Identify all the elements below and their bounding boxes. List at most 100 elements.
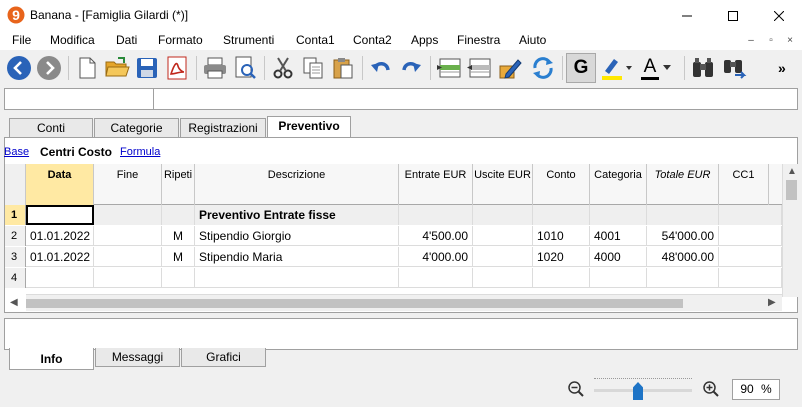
redo-button[interactable] [396, 53, 426, 83]
close-button[interactable] [756, 0, 802, 31]
edit-button[interactable] [496, 53, 526, 83]
cell-data[interactable]: 01.01.2022 [26, 226, 94, 246]
highlight-color-button[interactable] [598, 53, 634, 83]
row-number[interactable]: 4 [5, 268, 26, 288]
row-number[interactable]: 2 [5, 226, 26, 246]
cell-conto[interactable]: 1020 [533, 247, 590, 267]
column-header-descrizione[interactable]: Descrizione [195, 164, 399, 205]
cell-data[interactable]: 01.01.2022 [26, 247, 94, 267]
menu-dati[interactable]: Dati [116, 33, 137, 47]
horizontal-scrollbar[interactable]: ◀ ▶ [10, 294, 782, 311]
cell-ripeti[interactable]: M [162, 226, 195, 246]
cell-data[interactable] [26, 205, 94, 225]
column-header-categoria[interactable]: Categoria [590, 164, 647, 205]
copy-button[interactable] [298, 53, 328, 83]
cell-conto[interactable] [533, 268, 590, 288]
cell-categoria[interactable] [590, 268, 647, 288]
mdi-close-button[interactable]: × [783, 34, 797, 47]
recalculate-button[interactable] [528, 53, 558, 83]
menu-modifica[interactable]: Modifica [50, 33, 95, 47]
tab-preventivo[interactable]: Preventivo [267, 116, 351, 137]
cell-categoria[interactable] [590, 205, 647, 225]
cell-fine[interactable] [94, 247, 162, 267]
back-button[interactable] [4, 53, 34, 83]
cell-cc1[interactable] [719, 268, 782, 288]
zoom-slider-track[interactable] [594, 389, 692, 392]
cell-input-bar[interactable] [4, 88, 798, 110]
bold-button[interactable]: G [566, 53, 596, 83]
column-header-data[interactable]: Data [26, 164, 94, 205]
minimize-button[interactable] [664, 0, 710, 31]
zoom-slider-thumb[interactable] [633, 382, 643, 400]
menu-conta2[interactable]: Conta2 [353, 33, 392, 47]
column-header-totale[interactable]: Totale EUR [647, 164, 719, 205]
print-button[interactable] [200, 53, 230, 83]
print-preview-button[interactable] [230, 53, 260, 83]
zoom-level-field[interactable]: 90 % [732, 379, 780, 400]
cell-descrizione[interactable]: Stipendio Giorgio [195, 226, 399, 246]
cell-categoria[interactable]: 4001 [590, 226, 647, 246]
column-header-cc1[interactable]: CC1 [719, 164, 769, 205]
undo-button[interactable] [366, 53, 396, 83]
menu-finestra[interactable]: Finestra [457, 33, 500, 47]
cell-entrate[interactable]: 4'000.00 [399, 247, 473, 267]
cell-totale[interactable]: 48'000.00 [647, 247, 719, 267]
corner-cell[interactable] [5, 164, 26, 205]
cell-entrate[interactable] [399, 268, 473, 288]
column-header-conto[interactable]: Conto [533, 164, 590, 205]
mdi-restore-button[interactable]: ▫ [764, 34, 778, 47]
cell-descrizione[interactable]: Stipendio Maria [195, 247, 399, 267]
cell-data[interactable] [26, 268, 94, 288]
column-header-uscite[interactable]: Uscite EUR [473, 164, 533, 205]
cell-ripeti[interactable]: M [162, 247, 195, 267]
view-base[interactable]: Base [4, 146, 29, 158]
row-number[interactable]: 1 [5, 205, 26, 225]
cell-fine[interactable] [94, 268, 162, 288]
menu-apps[interactable]: Apps [411, 33, 438, 47]
new-file-button[interactable] [72, 53, 102, 83]
column-header-fine[interactable]: Fine [94, 164, 162, 205]
view-centri-costo[interactable]: Centri Costo [40, 145, 112, 159]
scroll-left-icon[interactable]: ◀ [10, 297, 18, 308]
row-number[interactable]: 3 [5, 247, 26, 267]
menu-conta1[interactable]: Conta1 [296, 33, 335, 47]
forward-button[interactable] [34, 53, 64, 83]
scroll-right-icon[interactable]: ▶ [768, 297, 776, 308]
cut-button[interactable] [268, 53, 298, 83]
save-button[interactable] [132, 53, 162, 83]
horizontal-scroll-thumb[interactable] [26, 299, 683, 308]
cell-uscite[interactable] [473, 205, 533, 225]
tab-messaggi[interactable]: Messaggi [95, 348, 180, 367]
open-file-button[interactable] [102, 53, 132, 83]
tab-info[interactable]: Info [9, 348, 94, 370]
cell-categoria[interactable]: 4000 [590, 247, 647, 267]
menu-file[interactable]: File [12, 33, 31, 47]
cell-totale[interactable]: 54'000.00 [647, 226, 719, 246]
paste-button[interactable] [328, 53, 358, 83]
cell-descrizione[interactable]: Preventivo Entrate fisse [195, 205, 399, 225]
vertical-scroll-thumb[interactable] [786, 180, 797, 200]
column-header-entrate[interactable]: Entrate EUR [399, 164, 473, 205]
cell-entrate[interactable]: 4'500.00 [399, 226, 473, 246]
cell-fine[interactable] [94, 205, 162, 225]
cell-conto[interactable]: 1010 [533, 226, 590, 246]
tab-categorie[interactable]: Categorie [94, 118, 179, 137]
cell-ripeti[interactable] [162, 205, 195, 225]
cell-descrizione[interactable] [195, 268, 399, 288]
cell-uscite[interactable] [473, 268, 533, 288]
scroll-up-icon[interactable]: ▲ [787, 166, 797, 177]
font-color-button[interactable]: A [638, 53, 674, 83]
tab-registrazioni[interactable]: Registrazioni [180, 118, 266, 137]
tab-conti[interactable]: Conti [9, 118, 93, 137]
cell-fine[interactable] [94, 226, 162, 246]
pdf-button[interactable] [162, 53, 192, 83]
insert-row-button[interactable] [434, 53, 464, 83]
menu-aiuto[interactable]: Aiuto [519, 33, 546, 47]
tab-grafici[interactable]: Grafici [181, 348, 266, 367]
zoom-in-button[interactable] [703, 381, 719, 400]
vertical-scrollbar[interactable]: ▲ [782, 164, 799, 297]
toolbar-overflow-button[interactable]: » [778, 60, 786, 76]
zoom-out-button[interactable] [568, 381, 584, 400]
maximize-button[interactable] [710, 0, 756, 31]
cell-cc1[interactable] [719, 247, 782, 267]
